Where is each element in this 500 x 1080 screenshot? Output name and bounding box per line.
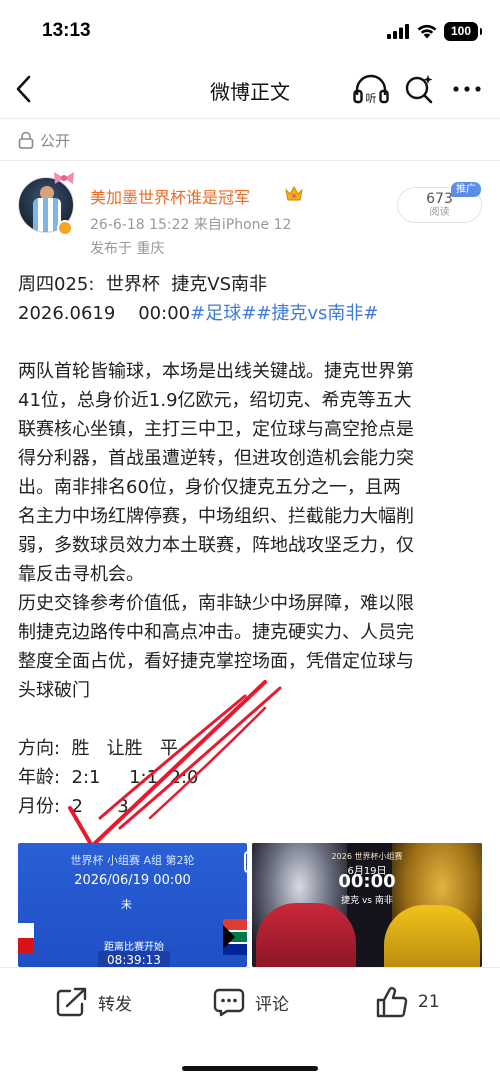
post-line: 名主力中场红牌停赛，中场组织、拦截能力大幅削 — [18, 506, 414, 527]
author-name[interactable]: 美加墨世界杯谁是冠军 — [90, 184, 250, 208]
image-match-date: 2026/06/19 00:00 — [74, 873, 191, 888]
post-meta: 26-6-18 15:22 来自iPhone 12 — [90, 217, 292, 233]
post-line: 弱，多数球员效力本土联赛，阵地战攻坚乏力，仅 — [18, 535, 414, 556]
post-line: 41位，总身价近1.9亿欧元，绍切克、希克等五大 — [18, 390, 412, 411]
comment-button[interactable]: 评论 — [213, 986, 289, 1018]
post-body: 周四025: 世界杯 捷克VS南非 2026.0619 00:00#足球##捷克… — [18, 270, 484, 821]
repost-label: 转发 — [98, 994, 132, 1015]
verified-badge-icon — [57, 220, 73, 236]
image-countdown: 08:39:13 — [98, 951, 170, 967]
bottom-action-bar: 转发 评论 21 — [0, 967, 500, 1080]
read-label: 阅读 — [429, 207, 450, 218]
repost-icon — [56, 987, 87, 1017]
poster-teams: 捷克 vs 南非 — [341, 896, 393, 906]
crown-badge-icon — [285, 185, 303, 201]
bow-decoration-icon — [54, 172, 74, 184]
visibility-label: 公开 — [40, 131, 71, 150]
like-button[interactable]: 21 — [376, 986, 440, 1018]
cellular-signal-icon — [387, 24, 409, 39]
image-match-status: 未 — [121, 898, 132, 911]
topic-link[interactable]: #捷克vs南非# — [256, 303, 378, 324]
post-line: 2026.0619 00:00#足球##捷克vs南非# — [18, 299, 484, 328]
post-datetime: 2026.0619 00:00 — [18, 303, 191, 324]
south-africa-players-artwork — [384, 905, 480, 967]
like-count: 21 — [418, 992, 440, 1012]
visibility-row: 公开 — [18, 128, 70, 152]
post-line: 制捷克边路传中和高点冲击。捷克硬实力、人员完 — [18, 622, 414, 643]
listen-headphones-icon[interactable]: 听 — [352, 73, 390, 105]
post-line: 周四025: 世界杯 捷克VS南非 — [18, 274, 268, 295]
match-info-image[interactable]: 世界杯 小组赛 A组 第2轮 2026/06/19 00:00 未 距离比赛开始… — [18, 843, 247, 967]
poster-header: 2026 世界杯小组赛 — [331, 852, 403, 861]
post-location: 发布于 重庆 — [90, 241, 165, 257]
more-dots-icon[interactable] — [451, 80, 483, 98]
post-line: 整度全面占优，看好捷克掌控场面，凭借定位球与 — [18, 651, 414, 672]
south-africa-flag-icon — [223, 919, 247, 955]
lock-icon — [18, 131, 34, 149]
ai-search-icon[interactable] — [404, 73, 434, 105]
phone-outline-icon — [244, 851, 247, 873]
thumbs-up-icon — [376, 987, 408, 1018]
battery-indicator: 100 — [444, 22, 482, 41]
post-line: 头球破门 — [18, 680, 90, 701]
post-line: 得分利器，首战虽遭逆转，但进攻创造机会能力突 — [18, 448, 414, 469]
post-line: 出。南非排名60位，身价仅捷克五分之一，且两 — [18, 477, 401, 498]
pick-line: 月份: 2 3 — [18, 796, 129, 817]
wifi-icon — [417, 24, 437, 39]
czech-flag-icon — [18, 923, 34, 953]
repost-button[interactable]: 转发 — [56, 986, 132, 1018]
poster-time: 00:00 — [338, 871, 396, 892]
comment-icon — [213, 988, 245, 1017]
status-time: 13:13 — [42, 20, 91, 41]
post-line: 历史交锋参考价值低，南非缺少中场屏障，难以限 — [18, 593, 414, 614]
czech-players-artwork — [256, 903, 356, 967]
comment-label: 评论 — [255, 994, 289, 1015]
pick-line: 年龄: 2:1 1:1 2:0 — [18, 767, 199, 788]
nav-divider — [0, 118, 500, 119]
post-line: 靠反击寻机会。 — [18, 564, 144, 585]
visibility-divider — [0, 160, 500, 161]
image-match-title: 世界杯 小组赛 A组 第2轮 — [70, 854, 195, 867]
pick-line: 方向: 胜 让胜 平 — [18, 738, 178, 759]
status-bar: 13:13 100 — [0, 0, 500, 60]
promo-tag[interactable]: 推广 — [451, 182, 481, 197]
home-indicator — [182, 1066, 318, 1071]
match-poster-image[interactable]: 2026 世界杯小组赛 6月19日 00:00 捷克 vs 南非 — [252, 843, 482, 967]
svg-text:听: 听 — [366, 92, 377, 105]
post-line: 两队首轮皆输球，本场是出线关键战。捷克世界第 — [18, 361, 414, 382]
post-line: 联赛核心坐镇，主打三中卫，定位球与高空抢点是 — [18, 419, 414, 440]
topic-link[interactable]: #足球# — [190, 303, 256, 324]
nav-bar: 微博正文 听 — [0, 60, 500, 118]
